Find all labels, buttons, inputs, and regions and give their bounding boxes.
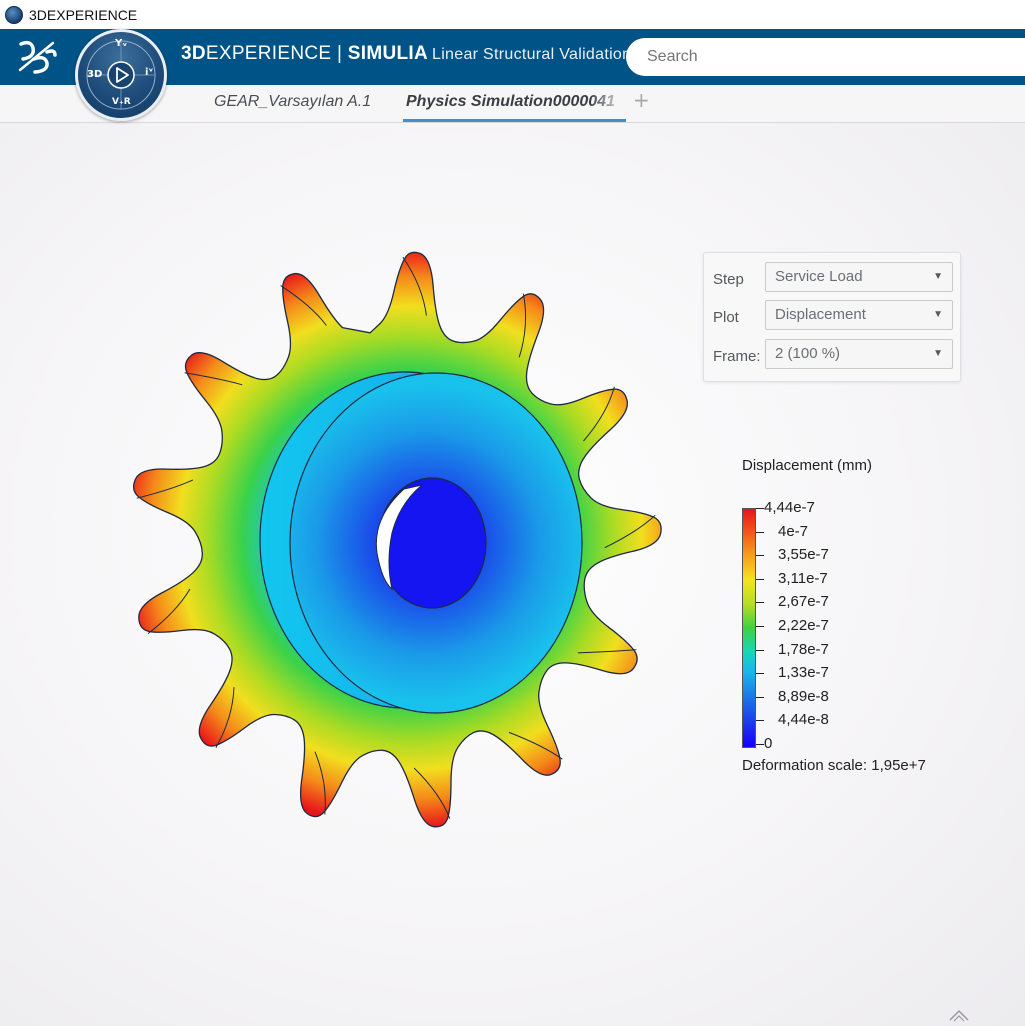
legend-tick — [756, 720, 764, 722]
compass-right-label: iᵛ — [145, 67, 154, 78]
chevron-down-icon: ▼ — [933, 348, 943, 359]
step-label: Step — [713, 271, 744, 288]
legend-tick — [756, 673, 764, 675]
legend-value: 0 — [764, 735, 773, 752]
legend-value: 1,33e-7 — [778, 664, 829, 682]
compass-left-label: 3D — [87, 69, 103, 80]
compass-widget[interactable]: Yᵥ 3D iᵛ V₊R — [75, 29, 167, 121]
result-control-panel: Step Service Load ▼ Plot Displacement ▼ Fr… — [703, 252, 961, 382]
legend-value: 4,44e-8 — [778, 711, 829, 729]
frame-select[interactable]: 2 (100 %) ▼ — [765, 339, 953, 369]
legend-value: 4e-7 — [778, 522, 809, 540]
os-titlebar: 3DEXPERIENCE — [0, 0, 1025, 29]
add-tab-icon[interactable]: + — [633, 88, 650, 112]
legend-value: 3,55e-7 — [778, 546, 829, 564]
legend-tick — [756, 696, 764, 698]
chevron-up-icon[interactable] — [948, 1008, 970, 1022]
tab-fade — [590, 85, 626, 121]
chevron-down-icon: ▼ — [933, 271, 943, 282]
legend-value: 1,78e-7 — [778, 640, 829, 658]
plot-label: Plot — [713, 309, 739, 326]
legend-value: 3,11e-7 — [778, 569, 828, 587]
search-input[interactable] — [626, 38, 1025, 76]
deformation-scale: Deformation scale: 1,95e+7 — [742, 757, 926, 774]
legend-tick — [756, 555, 764, 557]
legend-tick — [756, 578, 764, 580]
active-tab-indicator — [403, 119, 626, 122]
legend-value: 2,22e-7 — [778, 617, 829, 634]
tab-gear-model[interactable]: GEAR_Varsayılan A.1 — [214, 93, 371, 111]
compass-bottom-label: V₊R — [112, 97, 131, 107]
legend-tick — [756, 744, 764, 745]
legend-tick — [756, 508, 764, 509]
legend-tick — [756, 602, 764, 604]
window-title: 3DEXPERIENCE — [29, 6, 138, 23]
frame-label: Frame: — [713, 348, 761, 365]
legend-title: Displacement (mm) — [742, 457, 873, 474]
compass-top-label: Yᵥ — [115, 38, 128, 49]
chevron-down-icon: ▼ — [933, 309, 943, 320]
legend-tick — [756, 626, 764, 627]
legend-tick — [756, 531, 764, 533]
app-icon — [5, 5, 23, 24]
legend-value: 8,89e-8 — [778, 687, 829, 705]
legend-tick — [756, 649, 764, 651]
legend-color-bar — [742, 508, 756, 748]
step-select[interactable]: Service Load ▼ — [765, 262, 953, 292]
plot-select[interactable]: Displacement ▼ — [765, 300, 953, 330]
legend-value: 4,44e-7 — [764, 499, 815, 516]
app-title: 3DEXPERIENCE | SIMULIA Linear Structural … — [181, 43, 632, 64]
ds-logo-icon[interactable] — [17, 39, 59, 75]
legend-value: 2,67e-7 — [778, 593, 829, 611]
